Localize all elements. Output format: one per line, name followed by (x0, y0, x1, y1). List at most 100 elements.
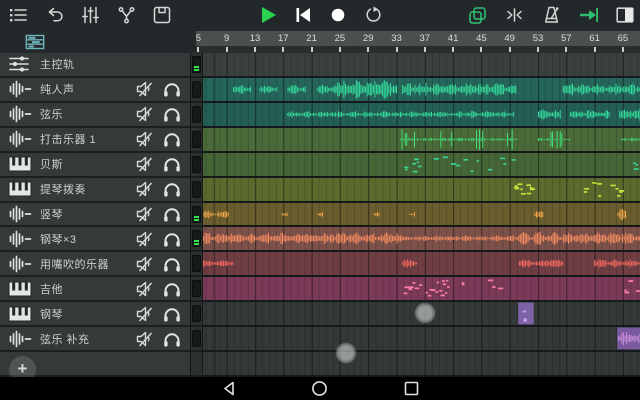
track-list-footer: + (0, 352, 190, 377)
track-row-2[interactable]: 纯人声 (0, 78, 190, 103)
track-list: 主控轨纯人声弦乐打击乐器 1贝斯提琴拨奏竖琴钢琴×3 用嘴吹的乐器吉他钢琴弦乐 补… (0, 53, 190, 377)
tracks-grid-button[interactable] (25, 32, 45, 52)
patch-cables-button[interactable] (116, 5, 136, 25)
clip-lane-12[interactable] (203, 327, 640, 352)
track-meter (191, 128, 202, 153)
play-button[interactable] (258, 5, 278, 25)
snap-button[interactable] (504, 5, 524, 25)
timeline-ruler[interactable]: 591317212529333741454953576165 (196, 30, 640, 53)
track-row-1[interactable]: 主控轨 (0, 53, 190, 78)
ruler-tick (537, 47, 539, 52)
follow-playhead-button[interactable] (578, 5, 598, 25)
clip-lane-1[interactable] (203, 53, 640, 78)
audio-track-icon (8, 130, 32, 148)
solo-headphones-button[interactable] (163, 256, 181, 272)
split-view-button[interactable] (615, 5, 635, 25)
clip-lane-5[interactable] (203, 153, 640, 178)
top-toolbar (0, 0, 640, 30)
play-icon (258, 5, 278, 25)
ruler-label: 33 (391, 33, 402, 44)
nav-home-button[interactable] (311, 380, 328, 397)
mute-button[interactable] (135, 330, 154, 347)
ruler-tick (282, 47, 284, 52)
split-view-icon (616, 7, 634, 23)
track-meter (191, 203, 202, 228)
metronome-button[interactable] (541, 5, 561, 25)
undo-icon (45, 7, 64, 23)
mute-button[interactable] (135, 181, 154, 198)
track-row-3[interactable]: 弦乐 (0, 103, 190, 128)
ruler-label: 37 (420, 33, 431, 44)
ruler-tick (565, 47, 567, 52)
duplicate-icon (468, 6, 487, 25)
solo-headphones-button[interactable] (163, 206, 181, 222)
clip-lane-2[interactable] (203, 78, 640, 103)
mute-button[interactable] (135, 131, 154, 148)
ruler-label: 65 (618, 33, 629, 44)
track-row-9[interactable]: 用嘴吹的乐器 (0, 252, 190, 277)
loop-button[interactable] (363, 5, 383, 25)
mixer-button[interactable] (80, 5, 100, 25)
solo-headphones-button[interactable] (163, 306, 181, 322)
solo-headphones-button[interactable] (163, 81, 181, 97)
track-meter (191, 302, 202, 327)
solo-headphones-button[interactable] (163, 281, 181, 297)
ruler-tick (480, 47, 482, 52)
track-name: 用嘴吹的乐器 (40, 256, 109, 272)
subheader: 591317212529333741454953576165 (0, 30, 640, 53)
track-meter (191, 227, 202, 252)
clip-lane-9[interactable] (203, 252, 640, 277)
solo-headphones-button[interactable] (163, 131, 181, 147)
track-row-10[interactable]: 吉他 (0, 277, 190, 302)
track-row-5[interactable]: 贝斯 (0, 153, 190, 178)
track-meter (191, 252, 202, 277)
mute-button[interactable] (135, 106, 154, 123)
ruler-tick (197, 47, 199, 52)
mute-button[interactable] (135, 305, 154, 322)
mute-button[interactable] (135, 156, 154, 173)
track-meter (191, 153, 202, 178)
track-row-6[interactable]: 提琴拨奏 (0, 178, 190, 203)
record-button[interactable] (328, 5, 348, 25)
save-button[interactable] (152, 5, 172, 25)
clip-lane-empty[interactable] (203, 352, 640, 377)
clip-lane-8[interactable] (203, 227, 640, 252)
android-nav-bar (0, 377, 640, 400)
menu-button[interactable] (8, 5, 28, 25)
track-row-11[interactable]: 钢琴 (0, 302, 190, 327)
ruler-label: 61 (589, 33, 600, 44)
track-row-8[interactable]: 钢琴×3 (0, 227, 190, 252)
clip-lane-4[interactable] (203, 128, 640, 153)
clip-lane-6[interactable] (203, 178, 640, 203)
skip-to-start-button[interactable] (293, 5, 313, 25)
mute-button[interactable] (135, 205, 154, 222)
duplicate-button[interactable] (467, 5, 487, 25)
clip-lane-7[interactable] (203, 203, 640, 228)
clip-lane-3[interactable] (203, 103, 640, 128)
ruler-label: 49 (504, 33, 515, 44)
mute-button[interactable] (135, 230, 154, 247)
mute-button[interactable] (135, 81, 154, 98)
ruler-tick (339, 47, 341, 52)
track-meter (191, 103, 202, 128)
track-meter (191, 352, 202, 377)
record-icon (330, 7, 346, 23)
mute-button[interactable] (135, 255, 154, 272)
track-row-12[interactable]: 弦乐 补充 (0, 327, 190, 352)
solo-headphones-button[interactable] (163, 331, 181, 347)
track-row-4[interactable]: 打击乐器 1 (0, 128, 190, 153)
solo-headphones-button[interactable] (163, 231, 181, 247)
nav-recents-button[interactable] (403, 380, 420, 397)
patch-cables-icon (117, 6, 136, 24)
audio-track-icon (8, 330, 32, 348)
track-row-7[interactable]: 竖琴 (0, 203, 190, 228)
nav-back-button[interactable] (221, 380, 238, 397)
solo-headphones-button[interactable] (163, 106, 181, 122)
mute-button[interactable] (135, 280, 154, 297)
undo-button[interactable] (44, 5, 64, 25)
solo-headphones-button[interactable] (163, 181, 181, 197)
clip-lane-10[interactable] (203, 277, 640, 302)
clip-lane-11[interactable] (203, 302, 640, 327)
ruler-label: 9 (224, 33, 229, 44)
solo-headphones-button[interactable] (163, 156, 181, 172)
